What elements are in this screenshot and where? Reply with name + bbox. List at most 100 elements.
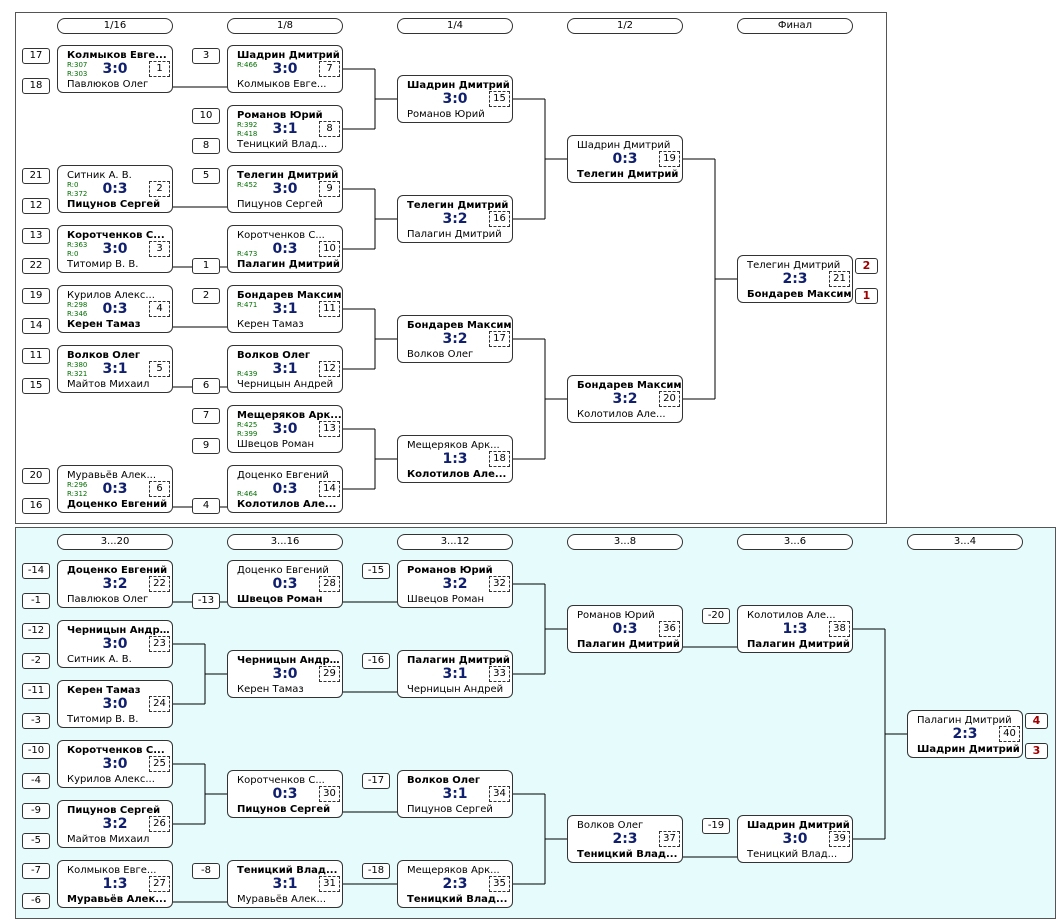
player-bottom-name: Шадрин Дмитрий — [917, 744, 1020, 755]
match-card[interactable]: Романов Юрий 0:3 36 Палагин Дмитрий — [567, 605, 683, 653]
match-card[interactable]: Пицунов Сергей 3:2 26 Майтов Михаил — [57, 800, 173, 848]
match-card[interactable]: Волков Олег R:439 3:1 12 Черницын Андрей — [227, 345, 343, 393]
player-bottom-name: Колотилов Але... — [407, 469, 507, 480]
match-card[interactable]: Бондарев Максим 3:2 17 Волков Олег — [397, 315, 513, 363]
match-card[interactable]: Коротченков С... R:363 R:0 3:0 3 Титомир В. В… — [57, 225, 173, 273]
player-bottom-name: Павлюков Олег — [67, 594, 149, 605]
match-card[interactable]: Ситник А. В. R:0 R:372 0:3 2 Пицунов Сергей — [57, 165, 173, 213]
place-badge: 1 — [855, 288, 878, 304]
match-card[interactable]: Романов Юрий 3:2 32 Швецов Роман — [397, 560, 513, 608]
match-card[interactable]: Теницкий Влад... 3:1 31 Муравьёв Алек... — [227, 860, 343, 908]
seed-box: -2 — [22, 653, 50, 669]
seed-box: -4 — [22, 773, 50, 789]
seed-box: 19 — [22, 288, 50, 304]
seed-box: 4 — [192, 498, 220, 514]
match-card[interactable]: Шадрин Дмитрий R:466 3:0 7 Колмыков Евге... — [227, 45, 343, 93]
match-card[interactable]: Телегин Дмитрий R:452 3:0 9 Пицунов Сергей — [227, 165, 343, 213]
match-card[interactable]: Мещеряков Арк... R:425 R:399 3:0 13 Швецов Ро… — [227, 405, 343, 453]
seed-box: -15 — [362, 563, 390, 579]
seed-box: 14 — [22, 318, 50, 334]
seed-box: 18 — [22, 78, 50, 94]
match-card[interactable]: Курилов Алекс... R:298 R:346 0:3 4 Керен Тама… — [57, 285, 173, 333]
match-card[interactable]: Доценко Евгений R:464 0:3 14 Колотилов Але..… — [227, 465, 343, 513]
player-bottom-name: Титомир В. В. — [67, 714, 139, 725]
match-number: 39 — [829, 831, 850, 847]
match-number: 17 — [489, 331, 510, 347]
match-card[interactable]: Телегин Дмитрий 3:2 16 Палагин Дмитрий — [397, 195, 513, 243]
seed-box: -19 — [702, 818, 730, 834]
round-header: 3...12 — [397, 534, 513, 550]
match-card[interactable]: Керен Тамаз 3:0 24 Титомир В. В. — [57, 680, 173, 728]
match-number: 6 — [149, 481, 170, 497]
player-bottom-name: Палагин Дмитрий — [747, 639, 850, 650]
match-card[interactable]: Доценко Евгений 0:3 28 Швецов Роман — [227, 560, 343, 608]
match-card[interactable]: Коротченков С... 0:3 30 Пицунов Сергей — [227, 770, 343, 818]
player-bottom-name: Ситник А. В. — [67, 654, 132, 665]
match-card[interactable]: Колмыков Евге... R:307 R:303 3:0 1 Павлюков О… — [57, 45, 173, 93]
player-bottom-name: Муравьёв Алек... — [67, 894, 167, 905]
match-number: 9 — [319, 181, 340, 197]
match-card[interactable]: Коротченков С... R:473 0:3 10 Палагин Дмитри… — [227, 225, 343, 273]
player-bottom-name: Теницкий Влад... — [747, 849, 838, 860]
seed-box: -9 — [22, 803, 50, 819]
match-number: 7 — [319, 61, 340, 77]
seed-box: 11 — [22, 348, 50, 364]
match-number: 3 — [149, 241, 170, 257]
match-card[interactable]: Романов Юрий R:392 R:418 3:1 8 Теницкий Влад.… — [227, 105, 343, 153]
match-card[interactable]: Палагин Дмитрий 2:3 40 Шадрин Дмитрий — [907, 710, 1023, 758]
player-bottom-name: Волков Олег — [407, 349, 474, 360]
match-card[interactable]: Шадрин Дмитрий 0:3 19 Телегин Дмитрий — [567, 135, 683, 183]
match-number: 10 — [319, 241, 340, 257]
match-number: 24 — [149, 696, 170, 712]
match-number: 27 — [149, 876, 170, 892]
match-number: 19 — [659, 151, 680, 167]
match-card[interactable]: Волков Олег 2:3 37 Теницкий Влад... — [567, 815, 683, 863]
match-card[interactable]: Волков Олег 3:1 34 Пицунов Сергей — [397, 770, 513, 818]
match-number: 35 — [489, 876, 510, 892]
match-number: 32 — [489, 576, 510, 592]
seed-box: 5 — [192, 168, 220, 184]
match-card[interactable]: Мещеряков Арк... 2:3 35 Теницкий Влад... — [397, 860, 513, 908]
player-bottom-name: Павлюков Олег — [67, 79, 149, 90]
match-card[interactable]: Шадрин Дмитрий 3:0 15 Романов Юрий — [397, 75, 513, 123]
match-number: 20 — [659, 391, 680, 407]
match-number: 4 — [149, 301, 170, 317]
match-card[interactable]: Коротченков С... 3:0 25 Курилов Алекс... — [57, 740, 173, 788]
player-bottom-name: Керен Тамаз — [67, 319, 141, 330]
match-card[interactable]: Палагин Дмитрий 3:1 33 Черницын Андрей — [397, 650, 513, 698]
round-header: 3...8 — [567, 534, 683, 550]
player-bottom-name: Палагин Дмитрий — [407, 229, 502, 240]
round-header: 3...6 — [737, 534, 853, 550]
player-bottom-name: Доценко Евгений — [67, 499, 168, 510]
match-number: 11 — [319, 301, 340, 317]
match-number: 18 — [489, 451, 510, 467]
match-number: 1 — [149, 61, 170, 77]
player-bottom-name: Майтов Михаил — [67, 379, 150, 390]
player-bottom-name: Пицунов Сергей — [237, 804, 331, 815]
seed-box: 15 — [22, 378, 50, 394]
match-card[interactable]: Доценко Евгений 3:2 22 Павлюков Олег — [57, 560, 173, 608]
seed-box: -13 — [192, 593, 220, 609]
seed-box: 7 — [192, 408, 220, 424]
player-bottom-name: Черницын Андрей — [237, 379, 334, 390]
match-card[interactable]: Бондарев Максим 3:2 20 Колотилов Але... — [567, 375, 683, 423]
player-bottom-name: Палагин Дмитрий — [577, 639, 680, 650]
match-card[interactable]: Волков Олег R:380 R:321 3:1 5 Майтов Михаил — [57, 345, 173, 393]
match-card[interactable]: Телегин Дмитрий 2:3 21 Бондарев Максим — [737, 255, 853, 303]
match-card[interactable]: Колмыков Евге... 1:3 27 Муравьёв Алек... — [57, 860, 173, 908]
player-bottom-name: Колотилов Але... — [237, 499, 337, 510]
match-card[interactable]: Мещеряков Арк... 1:3 18 Колотилов Але... — [397, 435, 513, 483]
match-number: 15 — [489, 91, 510, 107]
match-number: 23 — [149, 636, 170, 652]
player-bottom-name: Теницкий Влад... — [407, 894, 508, 905]
match-card[interactable]: Колотилов Але... 1:3 38 Палагин Дмитрий — [737, 605, 853, 653]
match-card[interactable]: Бондарев Максим R:471 3:1 11 Керен Тамаз — [227, 285, 343, 333]
match-card[interactable]: Муравьёв Алек... R:296 R:312 0:3 6 Доценко Ев… — [57, 465, 173, 513]
match-card[interactable]: Шадрин Дмитрий 3:0 39 Теницкий Влад... — [737, 815, 853, 863]
seed-box: -3 — [22, 713, 50, 729]
match-number: 30 — [319, 786, 340, 802]
match-card[interactable]: Черницын Андрей 3:0 29 Керен Тамаз — [227, 650, 343, 698]
seed-box: -8 — [192, 863, 220, 879]
match-card[interactable]: Черницын Андрей 3:0 23 Ситник А. В. — [57, 620, 173, 668]
seed-box: 2 — [192, 288, 220, 304]
